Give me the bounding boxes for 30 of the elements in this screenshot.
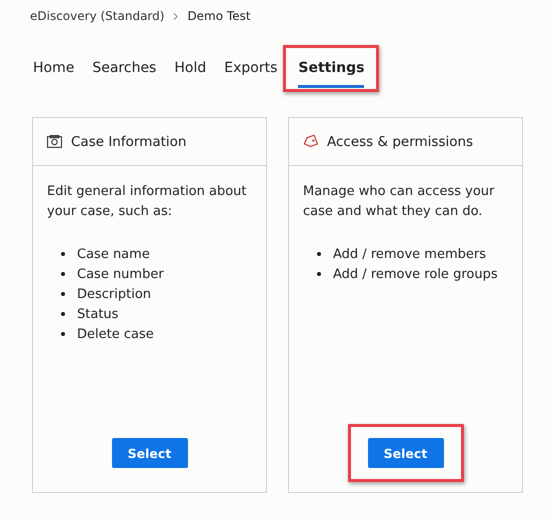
bullet-icon <box>317 272 321 276</box>
tab[interactable]: Home <box>30 56 80 89</box>
breadcrumb-item[interactable]: eDiscovery (Standard) <box>30 9 164 23</box>
bullet-icon <box>61 252 65 256</box>
bullet-icon <box>61 312 65 316</box>
breadcrumb-item: Demo Test <box>187 9 251 23</box>
chevron-icon <box>173 12 178 20</box>
list-item: Case name <box>77 246 150 262</box>
tab[interactable]: Exports <box>221 56 282 89</box>
list-item: Description <box>77 286 152 302</box>
camera-icon <box>47 135 62 148</box>
select-button[interactable]: Select <box>368 438 444 468</box>
list-item: Delete case <box>77 326 154 342</box>
tab[interactable]: Hold <box>171 56 212 89</box>
tab[interactable]: Searches <box>89 56 162 89</box>
card-description: Manage who can access your case and what they can do. <box>303 183 496 221</box>
card-description: Edit general information about your case, such as: <box>47 183 248 221</box>
bullet-icon <box>317 252 321 256</box>
tag-icon <box>303 135 318 148</box>
bullet-icon <box>61 272 65 276</box>
select-button[interactable]: Select <box>112 438 188 468</box>
list-item: Add / remove members <box>333 246 486 262</box>
list-item: Add / remove role groups <box>333 266 498 282</box>
bullet-icon <box>61 292 65 296</box>
bullet-icon <box>61 332 65 336</box>
list-item: Case number <box>77 266 164 282</box>
card-title: Access & permissions <box>327 134 474 150</box>
list-item: Status <box>77 306 118 322</box>
card-title: Case Information <box>71 134 186 150</box>
tab[interactable]: Settings <box>298 56 364 88</box>
